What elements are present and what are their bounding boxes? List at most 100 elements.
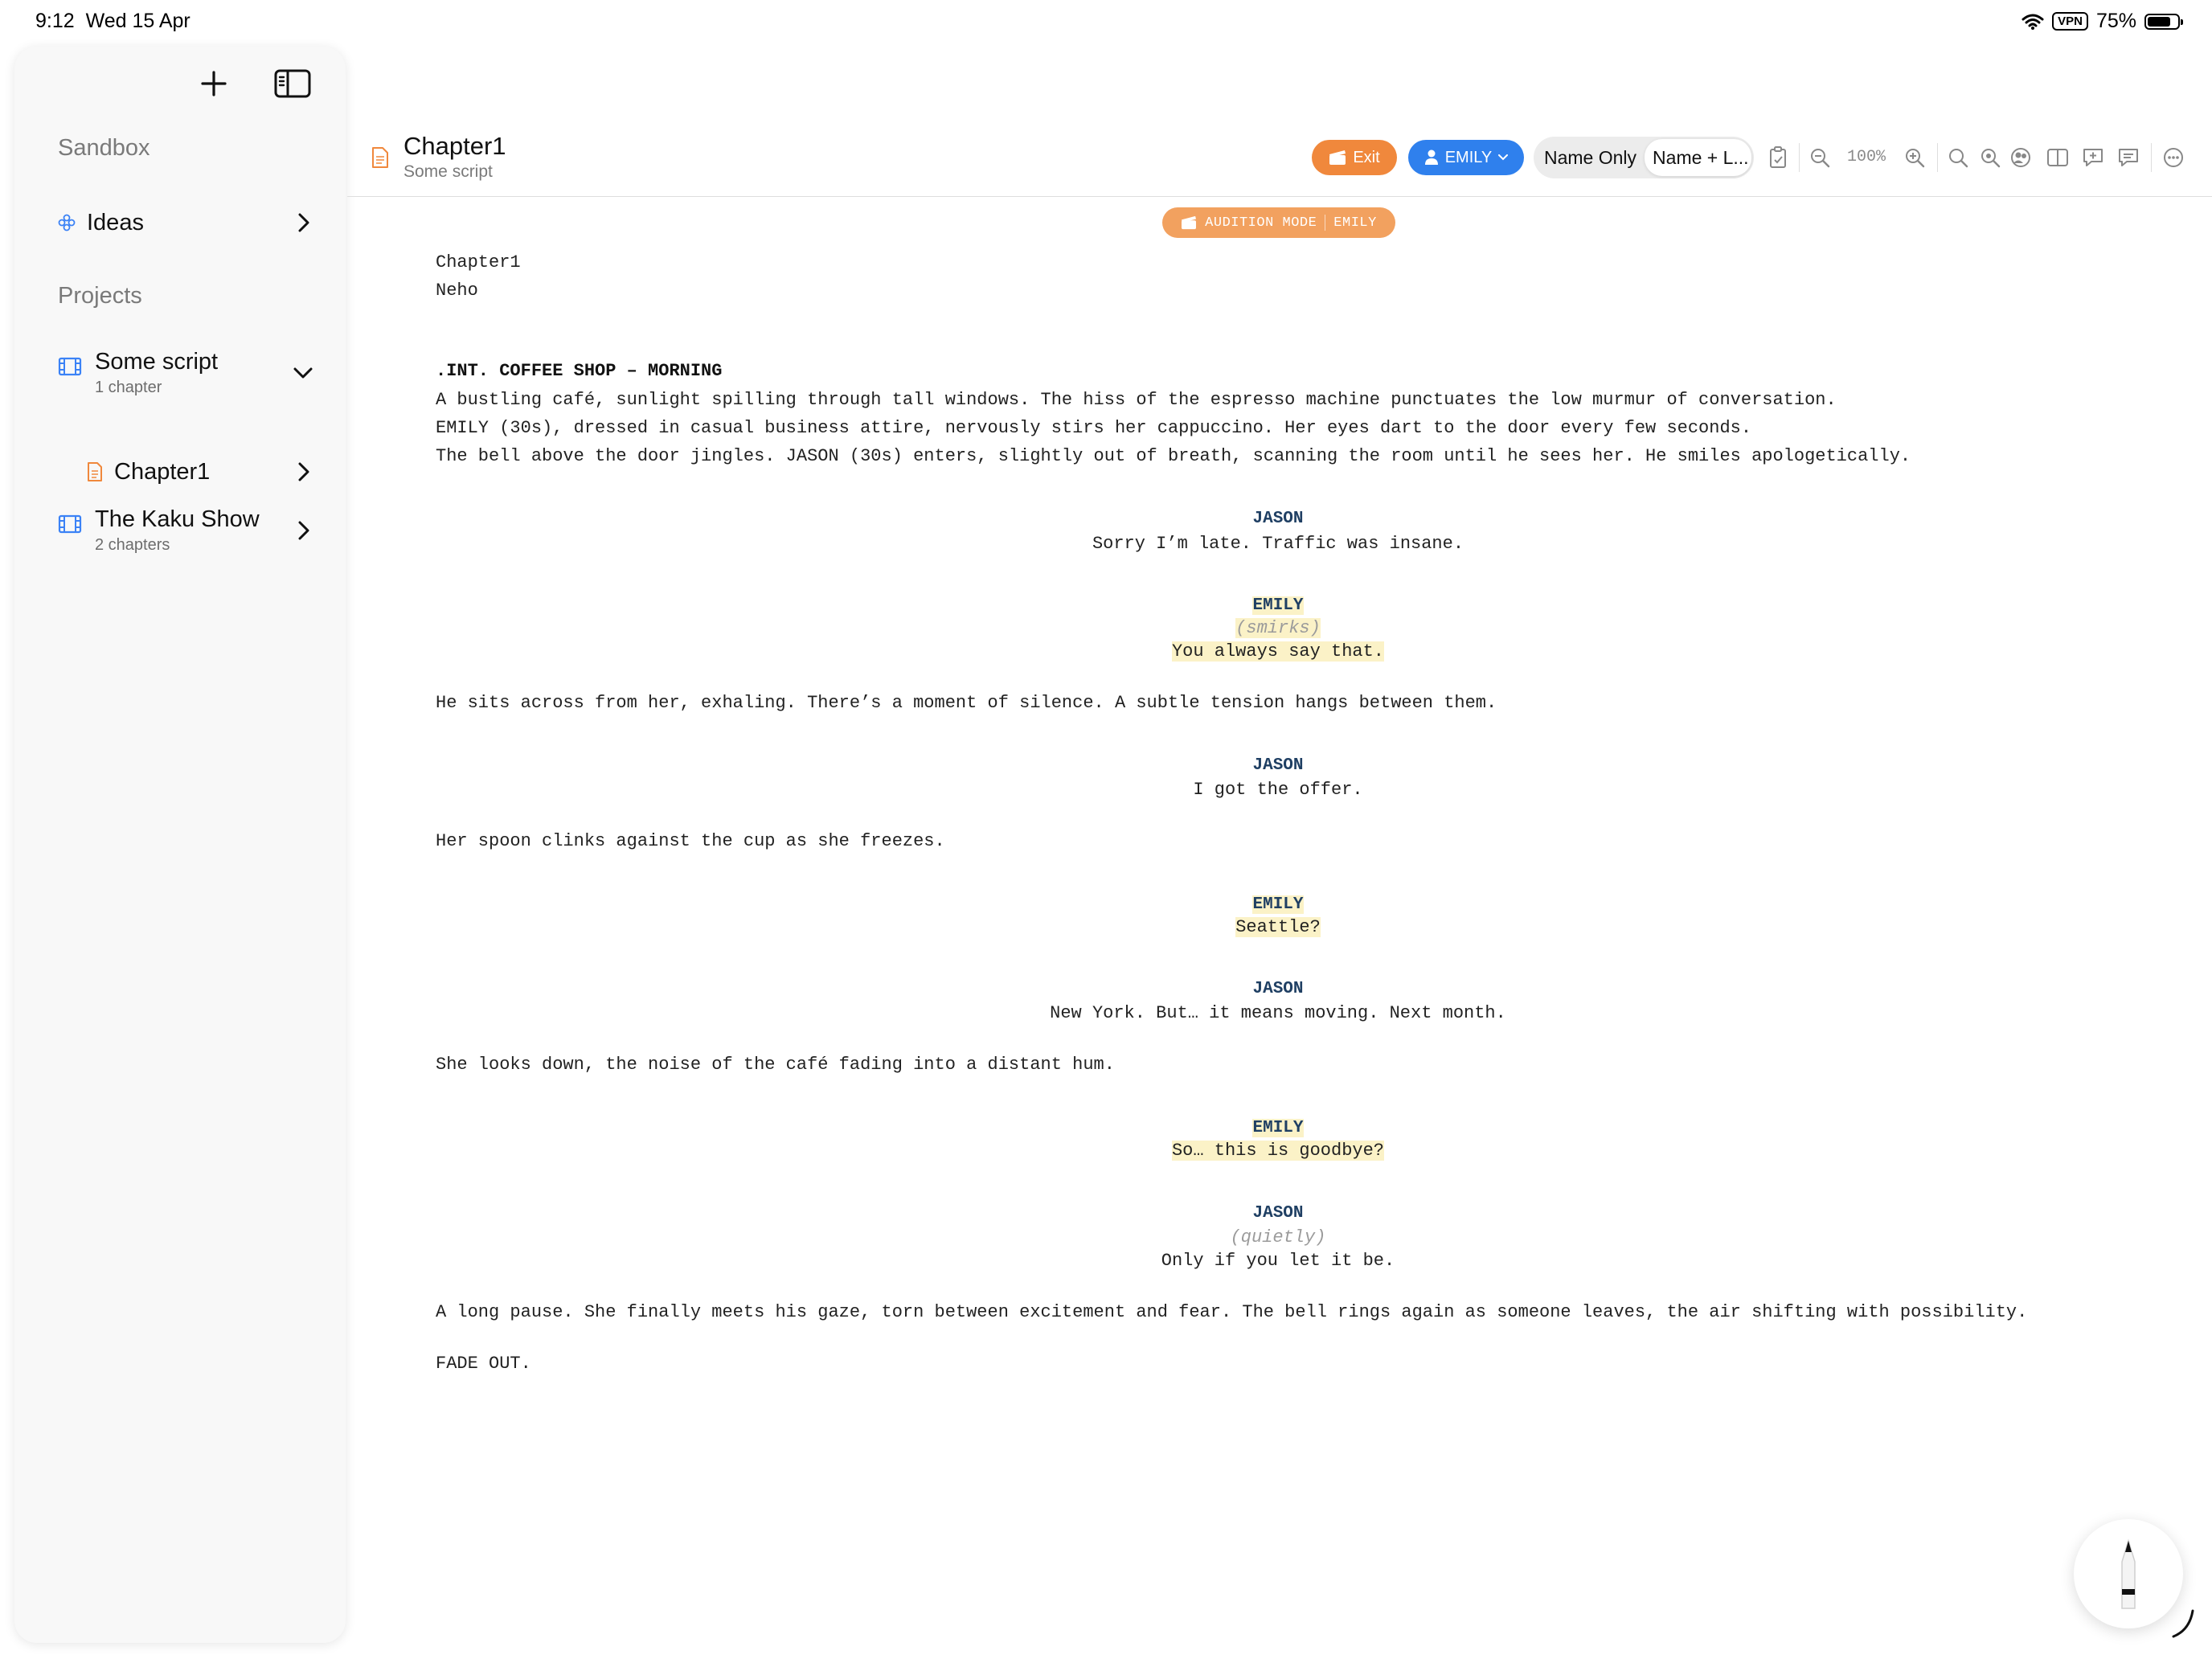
status-right: VPN 75% xyxy=(2022,10,2183,33)
pencil-icon xyxy=(2121,1538,2136,1609)
dialogue-wrap: You always say that. xyxy=(0,641,2212,662)
comments-button[interactable] xyxy=(2116,145,2141,170)
character-cue: EMILY xyxy=(1252,1119,1304,1137)
chevron-right-icon xyxy=(298,462,309,481)
character-cue: EMILY xyxy=(1252,895,1304,914)
audition-character-label: EMILY xyxy=(1333,215,1377,231)
document-icon xyxy=(372,147,388,168)
action-line: She looks down, the noise of the café fa… xyxy=(436,1055,1115,1075)
sidebar-item-some-script[interactable]: Some script 1 chapter xyxy=(14,341,346,405)
author-line: Neho xyxy=(436,281,478,301)
dialogue-line: Sorry I’m late. Traffic was insane. xyxy=(1092,534,1464,554)
add-button[interactable] xyxy=(190,59,238,108)
character-cue: EMILY xyxy=(1252,596,1304,615)
action-line: A bustling café, sunlight spilling throu… xyxy=(436,390,1837,410)
chevron-down-icon xyxy=(1498,154,1509,161)
plus-icon xyxy=(201,71,227,96)
search-button[interactable] xyxy=(1945,145,1971,170)
add-comment-button[interactable] xyxy=(2080,145,2106,170)
battery-percent: 75% xyxy=(2095,10,2136,32)
segment-name-lines[interactable]: Name + L... xyxy=(1645,139,1751,176)
more-icon xyxy=(2164,148,2183,167)
title-line: Chapter1 xyxy=(436,252,521,272)
dialogue-line: Seattle? xyxy=(1235,917,1321,937)
ideas-icon xyxy=(58,214,76,231)
sidebar-item-ideas[interactable]: Ideas xyxy=(14,198,346,248)
clipboard-button[interactable] xyxy=(1765,145,1791,170)
status-time: 9:12 Wed 15 Apr xyxy=(35,10,190,32)
document-icon xyxy=(88,462,102,481)
project-title: Some script xyxy=(95,349,219,375)
action-line: The bell above the door jingles. JASON (… xyxy=(436,446,1911,466)
projects-header: Projects xyxy=(58,283,142,309)
wifi-icon xyxy=(2022,14,2044,30)
clapperboard-icon xyxy=(1182,215,1197,230)
add-comment-icon xyxy=(2083,149,2103,166)
character-cue: JASON xyxy=(1252,1204,1304,1223)
zoom-in-button[interactable] xyxy=(1902,145,1927,170)
action-line: A long pause. She finally meets his gaze… xyxy=(436,1302,2028,1322)
toolbar-divider xyxy=(2151,143,2152,172)
battery-icon xyxy=(2144,13,2183,30)
page-subtitle: Some script xyxy=(403,162,493,181)
film-icon xyxy=(58,357,82,376)
dialogue-line: You always say that. xyxy=(1171,641,1385,662)
zoom-in-icon xyxy=(1906,149,1925,168)
sidebar-item-chapter1[interactable]: Chapter1 xyxy=(14,447,346,497)
exit-label: Exit xyxy=(1353,148,1380,166)
sidebar-item-label: Ideas xyxy=(87,209,144,236)
scene-heading: .INT. COFFEE SHOP – MORNING xyxy=(436,361,723,381)
segment-name-only[interactable]: Name Only xyxy=(1536,147,1645,169)
chevron-right-icon xyxy=(298,213,309,232)
dialogue-wrap: So… this is goodbye? xyxy=(0,1141,2212,1161)
find-replace-button[interactable] xyxy=(1977,145,2003,170)
audition-mode-badge: AUDITION MODE EMILY xyxy=(1162,207,1395,238)
parenthetical: (quietly) xyxy=(1230,1227,1326,1247)
people-icon xyxy=(2011,148,2030,167)
find-replace-icon xyxy=(1981,149,2001,168)
sandbox-header: Sandbox xyxy=(58,135,150,161)
comments-icon xyxy=(2119,149,2138,166)
toggle-sidebar-button[interactable] xyxy=(268,59,317,108)
audition-mode-label: AUDITION MODE xyxy=(1205,215,1317,231)
chapter-label: Chapter1 xyxy=(114,458,211,485)
more-button[interactable] xyxy=(2161,145,2186,170)
display-mode-segmented: Name Only Name + L... xyxy=(1534,137,1754,178)
clapperboard-icon xyxy=(1329,150,1346,165)
zoom-out-button[interactable] xyxy=(1807,145,1833,170)
dialogue-line: So… this is goodbye? xyxy=(1171,1141,1385,1161)
characters-button[interactable] xyxy=(2008,145,2034,170)
action-line: He sits across from her, exhaling. There… xyxy=(436,693,1497,713)
character-cue-wrap: EMILY xyxy=(0,894,2212,914)
character-cue: JASON xyxy=(1252,510,1304,528)
character-cue: JASON xyxy=(1252,980,1304,998)
exit-button[interactable]: Exit xyxy=(1312,140,1397,175)
character-select-button[interactable]: EMILY xyxy=(1408,140,1524,175)
clipboard-icon xyxy=(1770,146,1786,168)
action-line: EMILY (30s), dressed in casual business … xyxy=(436,418,1752,438)
zoom-out-icon xyxy=(1811,149,1830,168)
page-title: Chapter1 xyxy=(403,132,506,160)
split-view-button[interactable] xyxy=(2045,145,2071,170)
corner-handle-icon xyxy=(2172,1609,2194,1638)
parenthetical-wrap: (smirks) xyxy=(0,618,2212,638)
dialogue-wrap: Seattle? xyxy=(0,917,2212,937)
toolbar-divider xyxy=(1799,143,1800,172)
zoom-level: 100% xyxy=(1847,148,1886,166)
vpn-badge: VPN xyxy=(2052,12,2088,31)
status-bar: 9:12 Wed 15 Apr VPN 75% xyxy=(0,0,2212,45)
dialogue-line: New York. But… it means moving. Next mon… xyxy=(1050,1003,1506,1023)
transition: FADE OUT. xyxy=(436,1354,531,1374)
split-view-icon xyxy=(2047,149,2068,166)
chevron-down-icon xyxy=(293,367,313,379)
character-label: EMILY xyxy=(1444,148,1493,166)
sidebar-icon xyxy=(274,69,311,98)
search-icon xyxy=(1949,149,1968,168)
action-line: Her spoon clinks against the cup as she … xyxy=(436,831,945,851)
character-cue-wrap: EMILY xyxy=(0,595,2212,615)
dialogue-line: I got the offer. xyxy=(1193,780,1363,800)
pencil-button[interactable] xyxy=(2074,1519,2183,1628)
character-cue: JASON xyxy=(1252,756,1304,775)
dialogue-line: Only if you let it be. xyxy=(1161,1251,1395,1271)
person-icon xyxy=(1424,150,1438,165)
